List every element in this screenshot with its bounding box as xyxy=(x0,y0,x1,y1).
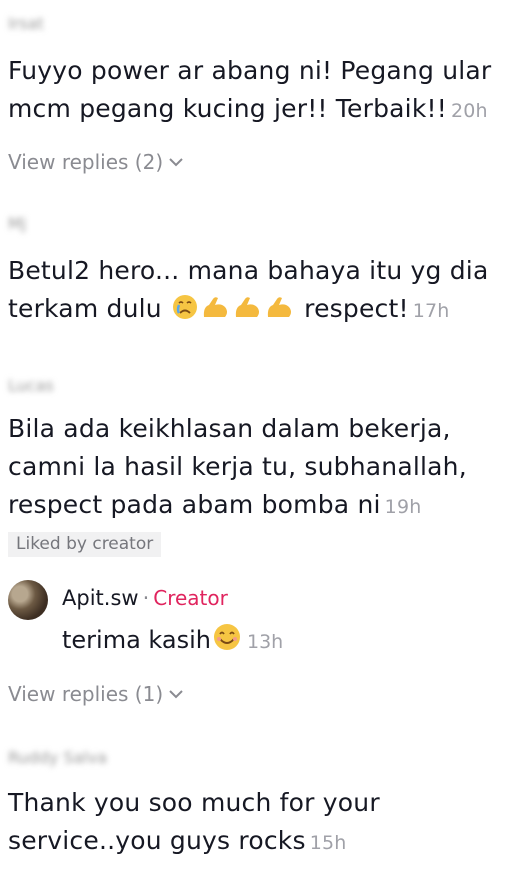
flexed-biceps-icon xyxy=(203,297,227,317)
smiling-face-icon xyxy=(214,624,240,650)
comment-body: Fuyyo power ar abang ni! Pegang ular mcm… xyxy=(8,56,492,123)
view-replies-button[interactable]: View replies (1) xyxy=(8,682,185,706)
reply-header: Apit.sw · Creator xyxy=(62,586,228,610)
reply-body: terima kasih xyxy=(62,626,211,654)
crying-face-icon xyxy=(172,295,197,319)
separator-dot: · xyxy=(142,586,150,610)
comment-text: Fuyyo power ar abang ni! Pegang ular mcm… xyxy=(8,52,516,130)
comment-time: 20h xyxy=(450,100,488,122)
comment-time: 15h xyxy=(309,832,347,854)
comment-username-blurred[interactable]: Mj xyxy=(8,214,26,233)
view-replies-button[interactable]: View replies (2) xyxy=(8,150,185,174)
comment-username-blurred[interactable]: Ruddy Salva xyxy=(8,748,107,767)
chevron-down-icon xyxy=(169,158,183,167)
comment-time: 17h xyxy=(412,300,450,322)
comment-time: 19h xyxy=(384,496,422,518)
reply-text: terima kasih 13h xyxy=(62,622,283,659)
comment-text: Betul2 hero... mana bahaya itu yg dia te… xyxy=(8,252,516,330)
view-replies-label: View replies (2) xyxy=(8,150,164,174)
avatar[interactable] xyxy=(8,580,48,620)
liked-by-creator-badge: Liked by creator xyxy=(8,532,162,557)
flexed-biceps-icon xyxy=(267,297,291,317)
comment-text: Thank you soo much for your service..you… xyxy=(8,784,516,862)
reply-username[interactable]: Apit.sw xyxy=(62,586,139,610)
comment-username-blurred[interactable]: Lucas xyxy=(8,376,54,395)
comment-text: Bila ada keikhlasan dalam bekerja, camni… xyxy=(8,410,516,526)
flexed-biceps-icon xyxy=(235,297,259,317)
comment-body-tail: respect! xyxy=(304,294,409,323)
creator-badge: Creator xyxy=(153,586,228,610)
view-replies-label: View replies (1) xyxy=(8,682,164,706)
chevron-down-icon xyxy=(169,690,183,699)
reply-time: 13h xyxy=(247,631,284,653)
comment-username-blurred[interactable]: Irsat xyxy=(8,14,44,33)
